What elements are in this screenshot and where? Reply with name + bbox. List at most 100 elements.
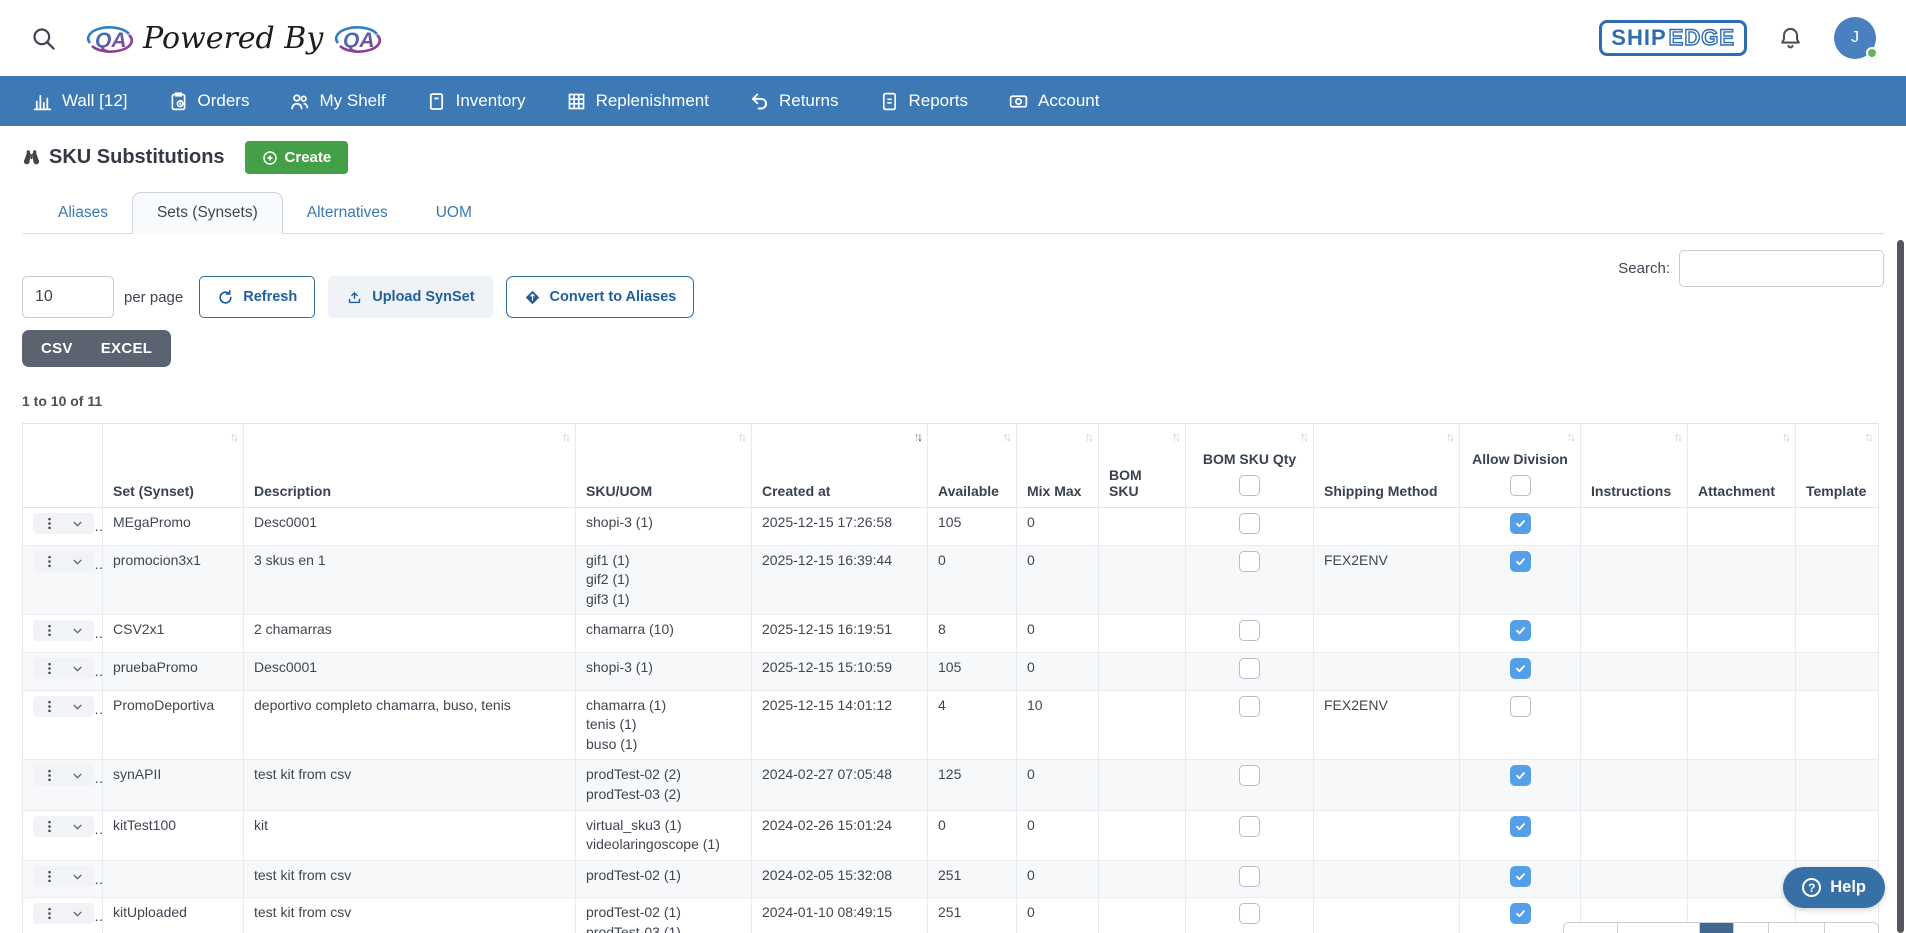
dots-vertical-icon[interactable] bbox=[42, 768, 57, 783]
cell-instructions bbox=[1581, 652, 1688, 690]
bom-sku-qty-checkbox[interactable] bbox=[1239, 816, 1260, 837]
chevron-down-icon[interactable] bbox=[70, 819, 85, 834]
allow-division-checkbox[interactable] bbox=[1510, 816, 1531, 837]
dots-vertical-icon[interactable] bbox=[42, 869, 57, 884]
pagination-last[interactable]: Last bbox=[1824, 923, 1877, 933]
per-page-input[interactable] bbox=[22, 276, 114, 318]
export-csv-button[interactable]: CSV bbox=[22, 330, 87, 367]
column-header-template[interactable]: ↑↓Template bbox=[1796, 424, 1879, 508]
upload-synset-button[interactable]: Upload SynSet bbox=[328, 276, 492, 318]
nav-item-returns[interactable]: Returns bbox=[749, 91, 839, 112]
tab-aliases[interactable]: Aliases bbox=[34, 193, 132, 233]
bom-sku-qty-checkbox[interactable] bbox=[1239, 620, 1260, 641]
nav-item-account[interactable]: Account bbox=[1008, 91, 1099, 112]
nav-item-my-shelf[interactable]: My Shelf bbox=[289, 91, 385, 112]
dots-vertical-icon[interactable] bbox=[42, 906, 57, 921]
allow_division-header-checkbox[interactable] bbox=[1510, 475, 1531, 496]
scrollbar-thumb[interactable] bbox=[1897, 240, 1904, 933]
user-avatar[interactable]: J bbox=[1834, 17, 1876, 59]
bom-sku-qty-checkbox[interactable] bbox=[1239, 765, 1260, 786]
chevron-down-icon[interactable] bbox=[70, 699, 85, 714]
bom-sku-qty-checkbox[interactable] bbox=[1239, 903, 1260, 924]
search-icon[interactable] bbox=[30, 25, 57, 52]
bom-sku-qty-checkbox[interactable] bbox=[1239, 658, 1260, 679]
chevron-down-icon[interactable] bbox=[70, 768, 85, 783]
sort-icon[interactable]: ↑↓ bbox=[1567, 430, 1574, 444]
pagination-first[interactable]: First bbox=[1564, 923, 1617, 933]
pagination-2[interactable]: 2 bbox=[1733, 923, 1768, 933]
bom-sku-qty-checkbox[interactable] bbox=[1239, 551, 1260, 572]
convert-to-aliases-button[interactable]: Convert to Aliases bbox=[506, 276, 695, 318]
nav-item-replenishment[interactable]: Replenishment bbox=[566, 91, 709, 112]
dots-vertical-icon[interactable] bbox=[42, 661, 57, 676]
column-header-bom_sku_qty[interactable]: ↑↓BOM SKU Qty bbox=[1186, 424, 1314, 508]
chevron-down-icon[interactable] bbox=[70, 516, 85, 531]
nav-item-orders[interactable]: Orders bbox=[168, 91, 250, 112]
dots-vertical-icon[interactable] bbox=[42, 516, 57, 531]
sort-icon[interactable]: ↑↓ bbox=[1085, 430, 1092, 444]
tab-alternatives[interactable]: Alternatives bbox=[283, 193, 412, 233]
bom-sku-qty-checkbox[interactable] bbox=[1239, 513, 1260, 534]
sort-icon[interactable]: ↑↓ bbox=[1446, 430, 1453, 444]
chevron-down-icon[interactable] bbox=[70, 554, 85, 569]
create-button[interactable]: Create bbox=[245, 141, 349, 174]
refresh-button[interactable]: Refresh bbox=[199, 276, 315, 318]
table-search-input[interactable] bbox=[1679, 250, 1884, 287]
chevron-down-icon[interactable] bbox=[70, 869, 85, 884]
allow-division-checkbox[interactable] bbox=[1510, 866, 1531, 887]
allow-division-checkbox[interactable] bbox=[1510, 903, 1531, 924]
export-excel-button[interactable]: EXCEL bbox=[87, 330, 172, 367]
nav-item-wall[interactable]: Wall [12] bbox=[32, 91, 128, 112]
bom_sku_qty-header-checkbox[interactable] bbox=[1239, 475, 1260, 496]
allow-division-checkbox[interactable] bbox=[1510, 765, 1531, 786]
pagination-previous[interactable]: Previous bbox=[1617, 923, 1698, 933]
sort-icon[interactable]: ↑↓ bbox=[1865, 430, 1872, 444]
sort-icon[interactable]: ↑↓ bbox=[230, 430, 237, 444]
sort-icon[interactable]: ↑↓ bbox=[1003, 430, 1010, 444]
notifications-bell-icon[interactable] bbox=[1777, 25, 1804, 52]
sort-icon[interactable]: ↑↓ bbox=[1674, 430, 1681, 444]
nav-item-label: Wall [12] bbox=[62, 91, 128, 111]
pagination-next[interactable]: Next bbox=[1768, 923, 1824, 933]
tab-sets-synsets[interactable]: Sets (Synsets) bbox=[132, 192, 283, 234]
sort-icon[interactable]: ↑↓ bbox=[914, 430, 921, 444]
sort-icon[interactable]: ↑↓ bbox=[738, 430, 745, 444]
sort-icon[interactable]: ↑↓ bbox=[1300, 430, 1307, 444]
column-header-bom_sku[interactable]: ↑↓BOM SKU bbox=[1099, 424, 1186, 508]
column-label: Shipping Method bbox=[1324, 483, 1449, 499]
column-header-description[interactable]: ↑↓Description bbox=[244, 424, 576, 508]
column-header-set[interactable]: ↑↓Set (Synset) bbox=[103, 424, 244, 508]
column-header-mix_max[interactable]: ↑↓Mix Max bbox=[1017, 424, 1099, 508]
dots-vertical-icon[interactable] bbox=[42, 554, 57, 569]
column-header-attachment[interactable]: ↑↓Attachment bbox=[1688, 424, 1796, 508]
nav-item-reports[interactable]: Reports bbox=[879, 91, 969, 112]
column-header-skus[interactable]: ↑↓SKU/UOM bbox=[576, 424, 752, 508]
pagination-1[interactable]: 1 bbox=[1699, 923, 1734, 933]
allow-division-checkbox[interactable] bbox=[1510, 696, 1531, 717]
allow-division-checkbox[interactable] bbox=[1510, 658, 1531, 679]
nav-item-label: Reports bbox=[909, 91, 969, 111]
sort-icon[interactable]: ↑↓ bbox=[1782, 430, 1789, 444]
chevron-down-icon[interactable] bbox=[70, 906, 85, 921]
nav-item-inventory[interactable]: Inventory bbox=[426, 91, 526, 112]
dots-vertical-icon[interactable] bbox=[42, 623, 57, 638]
column-header-shipping[interactable]: ↑↓ Shipping Method bbox=[1314, 424, 1460, 508]
chevron-down-icon[interactable] bbox=[70, 623, 85, 638]
sort-icon[interactable]: ↑↓ bbox=[562, 430, 569, 444]
help-button[interactable]: ? Help bbox=[1783, 867, 1885, 908]
column-header-allow_division[interactable]: ↑↓Allow Division bbox=[1460, 424, 1581, 508]
dots-vertical-icon[interactable] bbox=[42, 699, 57, 714]
allow-division-checkbox[interactable] bbox=[1510, 513, 1531, 534]
column-header-instructions[interactable]: ↑↓Instructions bbox=[1581, 424, 1688, 508]
tab-uom[interactable]: UOM bbox=[412, 193, 496, 233]
column-header-available[interactable]: ↑↓Available bbox=[928, 424, 1017, 508]
allow-division-checkbox[interactable] bbox=[1510, 620, 1531, 641]
cell-allow-division bbox=[1460, 690, 1581, 760]
bom-sku-qty-checkbox[interactable] bbox=[1239, 866, 1260, 887]
chevron-down-icon[interactable] bbox=[70, 661, 85, 676]
bom-sku-qty-checkbox[interactable] bbox=[1239, 696, 1260, 717]
sort-icon[interactable]: ↑↓ bbox=[1172, 430, 1179, 444]
allow-division-checkbox[interactable] bbox=[1510, 551, 1531, 572]
column-header-created[interactable]: ↑↓Created at bbox=[752, 424, 928, 508]
dots-vertical-icon[interactable] bbox=[42, 819, 57, 834]
